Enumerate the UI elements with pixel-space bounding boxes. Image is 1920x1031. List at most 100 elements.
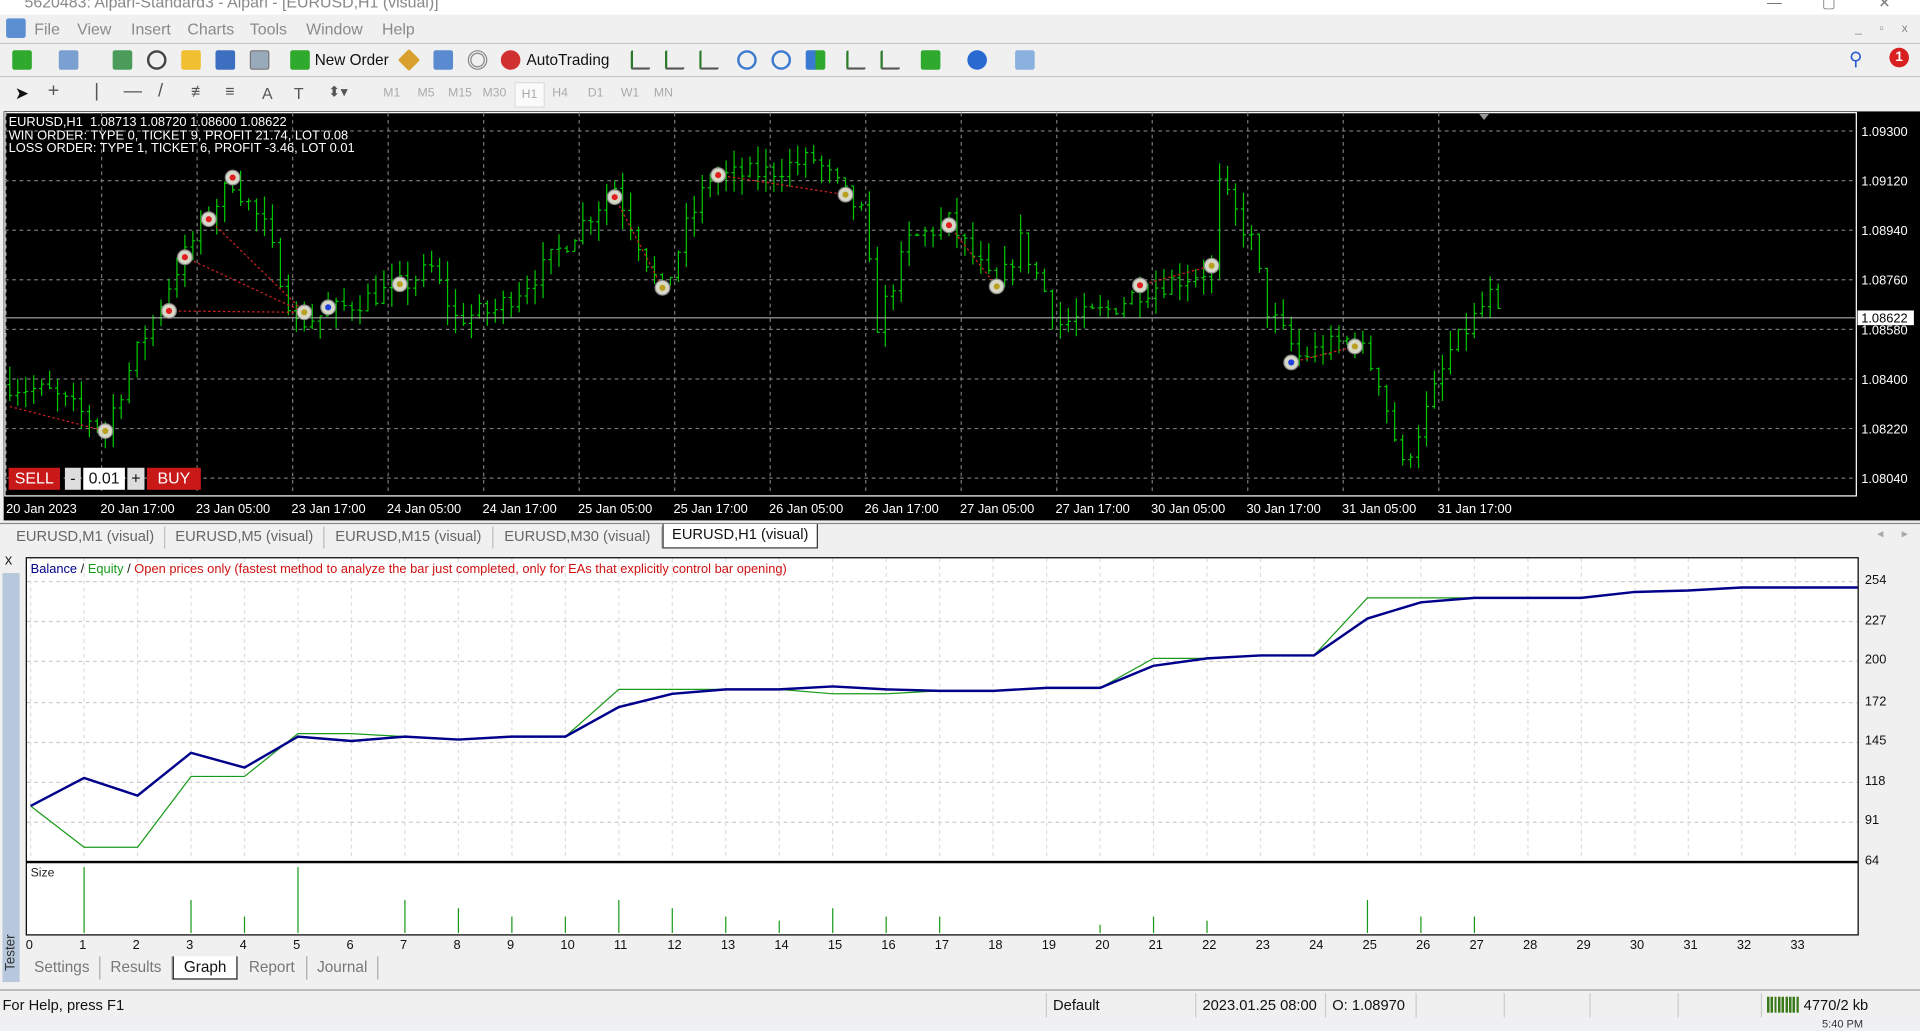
tf-m30[interactable]: M30 bbox=[482, 87, 506, 100]
child-minimize-button[interactable]: _ bbox=[1855, 22, 1862, 35]
maximize-button[interactable]: ▢ bbox=[1822, 0, 1836, 11]
tab-eurusd-m15[interactable]: EURUSD,M15 (visual) bbox=[324, 526, 494, 549]
arrows-icon[interactable]: ⬍▾ bbox=[328, 83, 348, 100]
auto-scroll-icon[interactable] bbox=[846, 50, 866, 70]
zoom-in-icon[interactable] bbox=[737, 50, 757, 70]
market-watch-icon[interactable] bbox=[112, 50, 133, 70]
zoom-out-icon[interactable] bbox=[771, 50, 792, 70]
graph-x-tick: 26 bbox=[1416, 937, 1431, 953]
graph-x-tick: 28 bbox=[1522, 937, 1538, 953]
price-chart-canvas[interactable]: 1.093001.091201.089401.087601.085801.084… bbox=[4, 111, 1920, 520]
menu-help[interactable]: Help bbox=[382, 20, 415, 38]
menu-charts[interactable]: Charts bbox=[187, 20, 234, 38]
tf-d1[interactable]: D1 bbox=[588, 87, 604, 100]
crosshair-tool-icon[interactable]: + bbox=[48, 81, 59, 103]
close-window-button[interactable]: ✕ bbox=[1878, 0, 1890, 11]
price-bar bbox=[1328, 325, 1334, 361]
price-bar bbox=[1193, 268, 1199, 288]
time-label: 30 Jan 17:00 bbox=[1247, 501, 1321, 516]
navigator-icon[interactable] bbox=[181, 50, 201, 70]
tab-journal[interactable]: Journal bbox=[307, 956, 379, 980]
price-bar bbox=[835, 167, 841, 184]
metaeditor-icon[interactable] bbox=[397, 48, 421, 72]
tile-windows-icon[interactable] bbox=[805, 50, 826, 70]
cursor-icon[interactable]: ➤ bbox=[15, 83, 29, 104]
templates-icon[interactable] bbox=[1015, 50, 1035, 70]
tf-w1[interactable]: W1 bbox=[621, 87, 639, 100]
text-icon[interactable]: A bbox=[262, 84, 273, 102]
price-bar bbox=[7, 366, 13, 402]
new-chart-icon[interactable] bbox=[12, 50, 32, 70]
chart-ohlc: EURUSD,H1 1.08713 1.08720 1.08600 1.0862… bbox=[8, 115, 287, 130]
tabs-scroll-right-icon[interactable]: ▸ bbox=[1902, 528, 1908, 541]
menu-tools[interactable]: Tools bbox=[250, 20, 287, 38]
tf-mn[interactable]: MN bbox=[654, 87, 673, 100]
tf-m15[interactable]: M15 bbox=[448, 87, 472, 100]
graph-y-tick: 91 bbox=[1864, 813, 1880, 829]
signals-icon[interactable] bbox=[433, 50, 454, 70]
loss-order-comment: LOSS ORDER: TYPE 1, TICKET 6, PROFIT -3.… bbox=[8, 140, 355, 156]
price-bar bbox=[1065, 307, 1071, 333]
app-icon bbox=[6, 18, 26, 38]
line-chart-icon[interactable] bbox=[699, 50, 719, 70]
vps-icon[interactable] bbox=[467, 50, 488, 70]
autotrading-button[interactable]: AutoTrading bbox=[527, 51, 610, 68]
graph-y-tick: 254 bbox=[1864, 573, 1887, 588]
menu-window[interactable]: Window bbox=[306, 20, 363, 38]
tabs-scroll-left-icon[interactable]: ◂ bbox=[1877, 528, 1883, 541]
horizontal-line-icon[interactable]: — bbox=[124, 81, 142, 102]
time-label: 24 Jan 05:00 bbox=[387, 501, 461, 516]
lot-increase-button[interactable]: + bbox=[127, 467, 145, 490]
trade-line bbox=[184, 256, 305, 313]
price-bar bbox=[866, 191, 872, 263]
vertical-line-icon[interactable]: | bbox=[94, 81, 99, 102]
lot-input[interactable]: 0.01 bbox=[83, 467, 125, 490]
minimize-button[interactable]: — bbox=[1767, 0, 1782, 11]
buy-button[interactable]: BUY bbox=[146, 467, 201, 490]
tab-eurusd-h1[interactable]: EURUSD,H1 (visual) bbox=[662, 524, 818, 549]
price-bar bbox=[365, 283, 371, 312]
chart-shift-icon[interactable] bbox=[880, 50, 901, 70]
child-close-button[interactable]: x bbox=[1902, 22, 1908, 35]
lot-decrease-button[interactable]: - bbox=[64, 467, 81, 490]
series-balance bbox=[30, 586, 1858, 808]
graph-x-tick: 18 bbox=[988, 937, 1003, 953]
tab-eurusd-m5[interactable]: EURUSD,M5 (visual) bbox=[165, 526, 325, 549]
menu-insert[interactable]: Insert bbox=[131, 20, 171, 38]
tester-close-button[interactable]: x bbox=[5, 551, 12, 568]
profiles-icon[interactable] bbox=[58, 50, 79, 70]
notification-badge[interactable]: 1 bbox=[1889, 47, 1909, 68]
periods-icon[interactable] bbox=[967, 50, 987, 70]
new-order-button[interactable]: New Order bbox=[315, 51, 389, 68]
tab-eurusd-m30[interactable]: EURUSD,M30 (visual) bbox=[493, 526, 663, 549]
tf-m5[interactable]: M5 bbox=[418, 87, 435, 100]
bar-chart-icon[interactable] bbox=[630, 50, 651, 70]
menu-file[interactable]: File bbox=[34, 20, 60, 38]
tab-eurusd-m1[interactable]: EURUSD,M1 (visual) bbox=[6, 526, 166, 549]
taskbar: 5:40 PM bbox=[0, 1018, 1920, 1031]
trade-marker-close bbox=[1203, 257, 1220, 274]
tf-h1[interactable]: H1 bbox=[514, 82, 545, 108]
price-chart[interactable]: 1.09300 1.09120 1.08940 1.08760 1.08580 1.084… bbox=[3, 111, 1920, 521]
tab-report[interactable]: Report bbox=[238, 956, 308, 980]
menu-view[interactable]: View bbox=[77, 20, 111, 38]
fibonacci-icon[interactable]: ≡ bbox=[225, 82, 234, 100]
price-bar bbox=[1288, 316, 1294, 352]
equidistant-channel-icon[interactable]: ≢ bbox=[191, 82, 207, 100]
tab-settings[interactable]: Settings bbox=[24, 956, 101, 980]
search-icon[interactable]: ⚲ bbox=[1849, 48, 1862, 70]
crosshair-icon[interactable] bbox=[146, 50, 167, 70]
terminal-icon[interactable] bbox=[215, 50, 236, 70]
text-label-icon[interactable]: T bbox=[294, 84, 304, 102]
tab-results[interactable]: Results bbox=[100, 956, 173, 980]
child-restore-button[interactable]: ▫ bbox=[1880, 22, 1884, 35]
tab-graph[interactable]: Graph bbox=[172, 956, 238, 980]
trendline-icon[interactable]: / bbox=[158, 81, 163, 102]
tf-m1[interactable]: M1 bbox=[383, 87, 400, 100]
trade-line bbox=[208, 218, 305, 313]
indicators-icon[interactable] bbox=[920, 50, 941, 70]
sell-button[interactable]: SELL bbox=[8, 467, 61, 490]
tf-h4[interactable]: H4 bbox=[552, 87, 568, 100]
candlestick-icon[interactable] bbox=[664, 50, 685, 70]
tester-icon[interactable] bbox=[249, 50, 270, 70]
